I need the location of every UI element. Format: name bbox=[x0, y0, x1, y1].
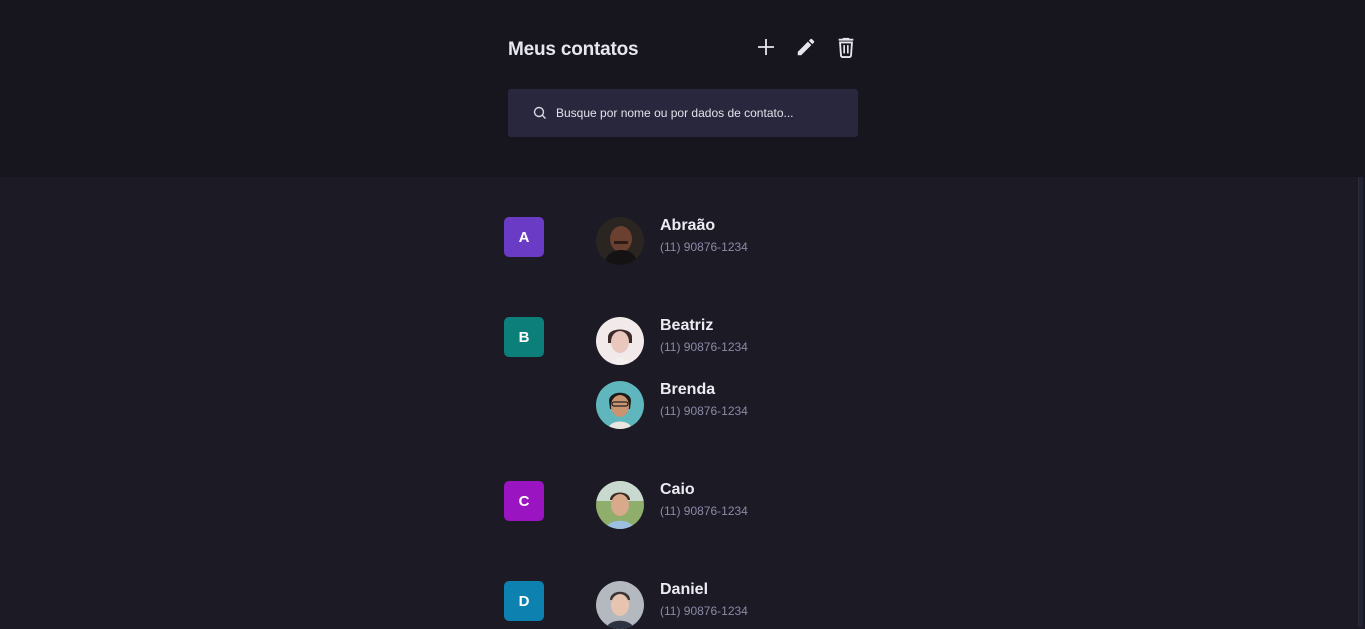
contact-phone: (11) 90876-1234 bbox=[660, 240, 748, 254]
page-title: Meus contatos bbox=[508, 39, 639, 60]
app-header: Meus contatos bbox=[0, 0, 1365, 177]
search-box bbox=[508, 89, 858, 137]
delete-contact-button[interactable] bbox=[833, 34, 859, 60]
contact-phone: (11) 90876-1234 bbox=[660, 604, 748, 618]
contact-name: Abraão bbox=[660, 217, 716, 234]
add-contact-button[interactable] bbox=[753, 34, 779, 60]
scrollbar-thumb[interactable] bbox=[1359, 177, 1363, 627]
avatar bbox=[596, 217, 644, 265]
contact-phone: (11) 90876-1234 bbox=[660, 340, 748, 354]
contact-phone: (11) 90876-1234 bbox=[660, 404, 748, 418]
contact-item[interactable]: Beatriz (11) 90876-1234 bbox=[596, 317, 896, 365]
contact-name: Brenda bbox=[660, 381, 716, 398]
contact-item[interactable]: Caio (11) 90876-1234 bbox=[596, 481, 896, 529]
trash-icon bbox=[838, 37, 854, 58]
contact-phone: (11) 90876-1234 bbox=[660, 504, 748, 518]
contact-item[interactable]: Daniel (11) 90876-1234 bbox=[596, 581, 896, 629]
avatar bbox=[596, 317, 644, 365]
contact-item[interactable]: Abraão (11) 90876-1234 bbox=[596, 217, 896, 265]
contact-name: Caio bbox=[660, 481, 695, 498]
edit-contact-button[interactable] bbox=[793, 34, 819, 60]
contact-item[interactable]: Brenda (11) 90876-1234 bbox=[596, 381, 896, 429]
contact-name: Beatriz bbox=[660, 317, 714, 334]
letter-badge-b: B bbox=[504, 317, 544, 357]
letter-badge-c: C bbox=[504, 481, 544, 521]
avatar bbox=[596, 581, 644, 629]
letter-badge-a: A bbox=[504, 217, 544, 257]
search-icon bbox=[533, 106, 546, 119]
avatar bbox=[596, 481, 644, 529]
contact-name: Daniel bbox=[660, 581, 709, 598]
letter-badge-d: D bbox=[504, 581, 544, 621]
avatar bbox=[596, 381, 644, 429]
plus-icon bbox=[758, 39, 774, 55]
pencil-icon bbox=[797, 38, 815, 56]
search-input[interactable] bbox=[556, 89, 846, 137]
